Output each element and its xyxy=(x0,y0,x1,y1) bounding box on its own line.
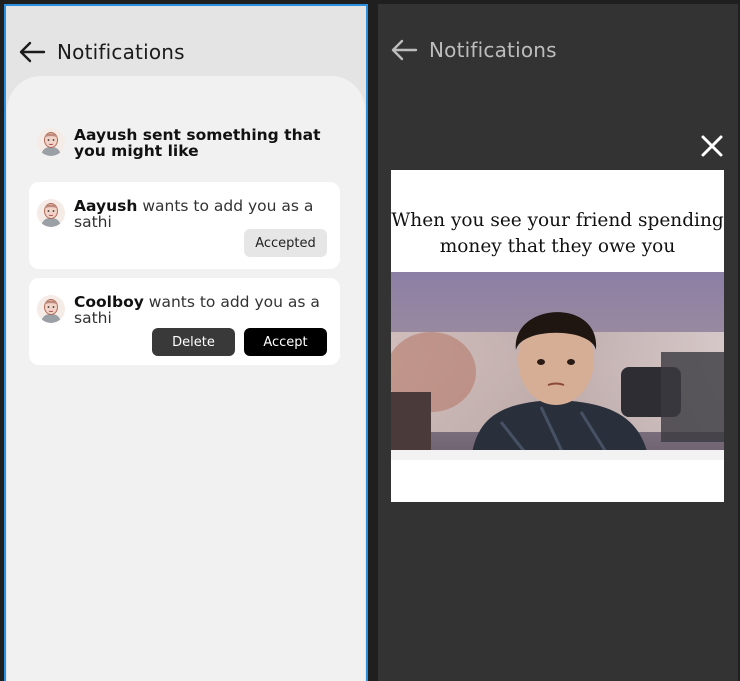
arrow-left-icon[interactable] xyxy=(390,38,418,62)
accepted-button[interactable]: Accepted xyxy=(244,229,327,257)
notifications-screen: Notifications Aayush sent something that… xyxy=(4,4,368,681)
notifications-sheet xyxy=(7,76,365,681)
meme-caption-line: money that they owe you xyxy=(439,236,676,257)
avatar-icon xyxy=(37,199,65,227)
delete-button[interactable]: Delete xyxy=(152,328,235,356)
meme-photo xyxy=(391,272,724,460)
notification-message: Coolboy wants to add you as a sathi xyxy=(74,294,329,326)
notifications-screen-preview: Notifications When you see your friend s… xyxy=(378,4,738,681)
page-title: Notifications xyxy=(57,40,185,64)
avatar-icon xyxy=(37,295,65,323)
page-title: Notifications xyxy=(429,38,557,62)
meme-caption-line: When you see your friend spending xyxy=(391,210,724,231)
meme-image: When you see your friend spending money … xyxy=(391,170,724,502)
close-icon[interactable] xyxy=(700,134,724,158)
arrow-left-icon[interactable] xyxy=(18,40,46,64)
notification-message: Aayush wants to add you as a sathi xyxy=(74,198,324,230)
avatar-icon xyxy=(37,128,65,156)
meme-caption: When you see your friend spending money … xyxy=(391,208,724,260)
app-header: Notifications xyxy=(378,4,738,94)
notification-message: Aayush sent something that you might lik… xyxy=(74,126,321,160)
accept-button[interactable]: Accept xyxy=(244,328,327,356)
